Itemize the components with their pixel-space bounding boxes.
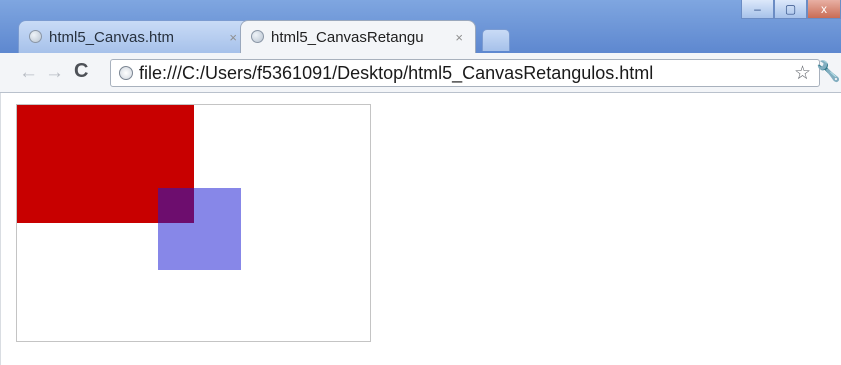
maximize-button[interactable]: ▢ — [774, 0, 807, 19]
tab-strip: html5_Canvas.htm × html5_CanvasRetangu × — [0, 0, 841, 54]
page-left-edge — [0, 93, 1, 365]
close-window-button[interactable]: x — [807, 0, 841, 19]
forward-arrow-icon[interactable]: → — [45, 62, 64, 84]
bookmark-star-icon[interactable]: ☆ — [794, 62, 811, 85]
page-info-icon[interactable] — [119, 66, 133, 80]
tab-close-icon[interactable]: × — [455, 30, 463, 45]
address-bar[interactable]: file:///C:/Users/f5361091/Desktop/html5_… — [110, 59, 820, 87]
tab-html5-canvasretangulos[interactable]: html5_CanvasRetangu × — [240, 20, 476, 53]
wrench-menu-icon[interactable]: 🔧 — [816, 59, 841, 84]
window-controls: – ▢ x — [741, 0, 841, 20]
tab-title: html5_Canvas.htm — [49, 29, 175, 46]
tab-html5-canvas[interactable]: html5_Canvas.htm × — [18, 20, 250, 53]
reload-icon[interactable]: C — [74, 60, 88, 83]
back-arrow-icon[interactable]: ← — [19, 62, 38, 84]
minimize-button[interactable]: – — [741, 0, 774, 19]
globe-icon — [251, 30, 264, 43]
tab-title: html5_CanvasRetangu — [271, 29, 424, 46]
url-text[interactable]: file:///C:/Users/f5361091/Desktop/html5_… — [139, 63, 653, 84]
html5-canvas — [16, 104, 371, 342]
tab-close-icon[interactable]: × — [229, 30, 237, 45]
blue-translucent-rectangle — [158, 188, 241, 270]
globe-icon — [29, 30, 42, 43]
new-tab-button[interactable] — [482, 29, 510, 51]
browser-toolbar: ← → C file:///C:/Users/f5361091/Desktop/… — [0, 53, 841, 93]
